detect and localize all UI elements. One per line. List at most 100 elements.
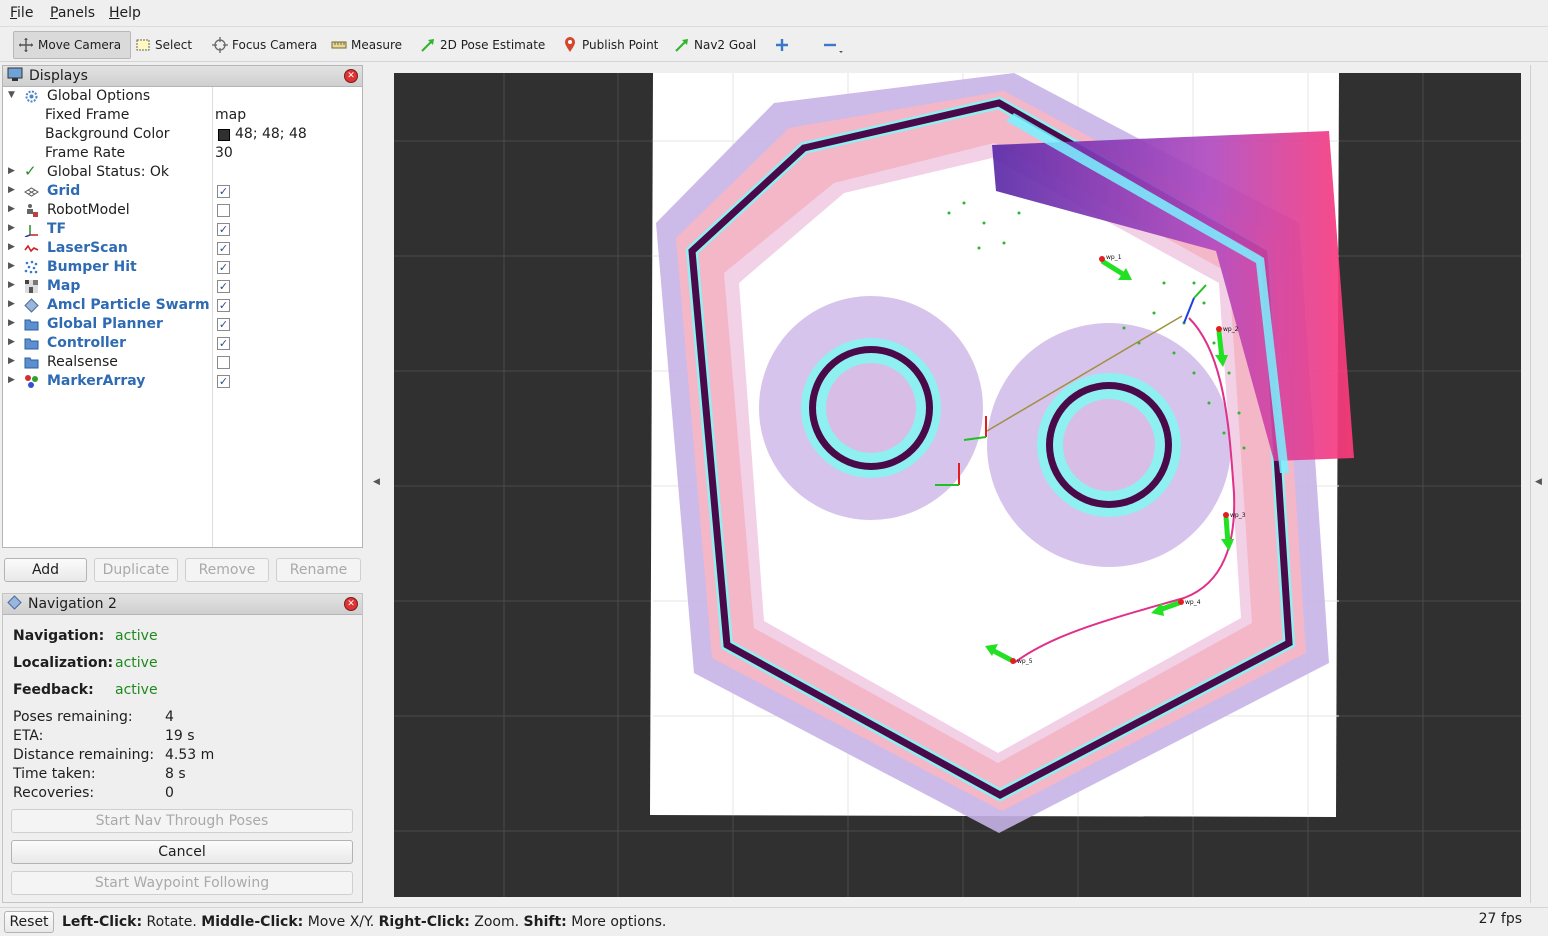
tree-row-robotmodel[interactable]: ▶ RobotModel xyxy=(2,201,363,220)
frame-rate-label: Frame Rate xyxy=(45,145,126,161)
tree-row-global-options[interactable]: ▼ Global Options xyxy=(2,87,363,106)
select-label: Select xyxy=(155,38,193,52)
tree-row-map[interactable]: ▶ Map ✓ xyxy=(2,277,363,296)
collapse-left-icon[interactable]: ◀ xyxy=(373,477,380,487)
display-label-robotmodel: RobotModel xyxy=(47,202,130,218)
collapsed-arrow-icon[interactable]: ▶ xyxy=(8,204,15,214)
tree-row-laserscan[interactable]: ▶ LaserScan ✓ xyxy=(2,239,363,258)
close-icon[interactable]: ✕ xyxy=(344,597,358,611)
displays-title: Displays xyxy=(29,68,88,84)
start-waypoint-following-button[interactable]: Start Waypoint Following xyxy=(11,871,353,895)
render-viewport[interactable]: wp_1 wp_2 wp_3 wp_4 wp_5 xyxy=(394,73,1521,897)
add-tool-button[interactable] xyxy=(770,31,794,59)
collapse-right-icon[interactable]: ◀ xyxy=(1535,477,1542,487)
collapsed-arrow-icon[interactable]: ▶ xyxy=(8,356,15,366)
display-label-map: Map xyxy=(47,278,81,294)
markerarray-checkbox[interactable]: ✓ xyxy=(217,375,230,388)
collapsed-arrow-icon[interactable]: ▶ xyxy=(8,337,15,347)
publish-point-tool[interactable]: Publish Point xyxy=(558,31,662,59)
plus-icon xyxy=(774,37,790,53)
fixed-frame-value[interactable]: map xyxy=(215,107,246,123)
display-label-bumper-hit: Bumper Hit xyxy=(47,259,137,275)
close-icon[interactable]: ✕ xyxy=(344,69,358,83)
map-icon xyxy=(24,279,39,294)
laserscan-checkbox[interactable]: ✓ xyxy=(217,242,230,255)
remove-tool-button[interactable] xyxy=(818,31,843,59)
collapsed-arrow-icon[interactable]: ▶ xyxy=(8,223,15,233)
controller-checkbox[interactable]: ✓ xyxy=(217,337,230,350)
tf-checkbox[interactable]: ✓ xyxy=(217,223,230,236)
collapsed-arrow-icon[interactable]: ▶ xyxy=(8,185,15,195)
expanded-arrow-icon[interactable]: ▼ xyxy=(8,90,15,100)
cancel-button[interactable]: Cancel xyxy=(11,840,353,864)
focus-camera-tool[interactable]: Focus Camera xyxy=(208,31,321,59)
navigation-label: Navigation: xyxy=(13,628,105,644)
navigation-title: Navigation 2 xyxy=(28,596,117,612)
pose-estimate-tool[interactable]: 2D Pose Estimate xyxy=(416,31,549,59)
robotmodel-checkbox[interactable] xyxy=(217,204,230,217)
collapsed-arrow-icon[interactable]: ▶ xyxy=(8,280,15,290)
menu-help[interactable]: Help xyxy=(109,5,141,21)
navigation-status: active xyxy=(115,628,158,644)
green-arrow-icon xyxy=(420,37,436,53)
gear-icon xyxy=(24,89,39,104)
collapsed-arrow-icon[interactable]: ▶ xyxy=(8,261,15,271)
nav2-goal-tool[interactable]: Nav2 Goal xyxy=(670,31,760,59)
move-camera-tool[interactable]: Move Camera xyxy=(13,31,131,59)
tree-row-global-status[interactable]: ▶ ✓ Global Status: Ok xyxy=(2,162,363,182)
grid-checkbox[interactable]: ✓ xyxy=(217,185,230,198)
distance-remaining-label: Distance remaining: xyxy=(13,747,155,763)
menu-panels[interactable]: Panels xyxy=(50,5,95,21)
rename-button[interactable]: Rename xyxy=(276,558,361,582)
menu-file[interactable]: File xyxy=(10,5,33,21)
collapsed-arrow-icon[interactable]: ▶ xyxy=(8,318,15,328)
reset-button[interactable]: Reset xyxy=(4,911,54,933)
tree-row-realsense[interactable]: ▶ Realsense xyxy=(2,353,363,372)
display-label-amcl-particle-swarm: Amcl Particle Swarm xyxy=(47,297,210,313)
obstacle-left xyxy=(759,296,983,520)
tree-row-fixed-frame[interactable]: Fixed Frame map xyxy=(2,106,363,125)
pose-estimate-label: 2D Pose Estimate xyxy=(440,38,546,52)
collapsed-arrow-icon[interactable]: ▶ xyxy=(8,242,15,252)
check-icon: ✓ xyxy=(24,162,37,180)
frame-rate-value[interactable]: 30 xyxy=(215,145,233,161)
global-planner-checkbox[interactable]: ✓ xyxy=(217,318,230,331)
nav2-goal-label: Nav2 Goal xyxy=(694,38,757,52)
duplicate-button[interactable]: Duplicate xyxy=(94,558,178,582)
time-taken-label: Time taken: xyxy=(13,766,96,782)
folder-icon xyxy=(24,317,39,332)
tree-row-global-planner[interactable]: ▶ Global Planner ✓ xyxy=(2,315,363,334)
right-splitter[interactable]: ◀ xyxy=(1530,65,1546,903)
laser-icon xyxy=(24,241,39,256)
measure-tool[interactable]: Measure xyxy=(327,31,406,59)
bumper-hit-checkbox[interactable]: ✓ xyxy=(217,261,230,274)
add-button[interactable]: Add xyxy=(4,558,87,582)
tree-row-background-color[interactable]: Background Color 48; 48; 48 xyxy=(2,125,363,144)
background-color-label: Background Color xyxy=(45,126,170,142)
localization-label: Localization: xyxy=(13,655,114,671)
collapsed-arrow-icon[interactable]: ▶ xyxy=(8,375,15,385)
amcl-particle-swarm-checkbox[interactable]: ✓ xyxy=(217,299,230,312)
select-tool[interactable]: Select xyxy=(131,31,196,59)
remove-button[interactable]: Remove xyxy=(185,558,269,582)
start-nav-through-poses-button[interactable]: Start Nav Through Poses xyxy=(11,809,353,833)
left-splitter[interactable]: ◀ xyxy=(368,65,386,903)
tree-row-controller[interactable]: ▶ Controller ✓ xyxy=(2,334,363,353)
minus-icon xyxy=(822,37,843,53)
collapsed-arrow-icon[interactable]: ▶ xyxy=(8,166,15,176)
tree-row-bumper-hit[interactable]: ▶ Bumper Hit ✓ xyxy=(2,258,363,277)
tree-row-grid[interactable]: ▶ Grid ✓ xyxy=(2,182,363,201)
eta-value: 19 s xyxy=(165,728,195,744)
tree-row-markerarray[interactable]: ▶ MarkerArray ✓ xyxy=(2,372,363,391)
display-label-global-planner: Global Planner xyxy=(47,316,163,332)
display-label-realsense: Realsense xyxy=(47,354,118,370)
tree-row-amcl-particle-swarm[interactable]: ▶ Amcl Particle Swarm ✓ xyxy=(2,296,363,315)
tree-row-tf[interactable]: ▶ TF ✓ xyxy=(2,220,363,239)
realsense-checkbox[interactable] xyxy=(217,356,230,369)
collapsed-arrow-icon[interactable]: ▶ xyxy=(8,299,15,309)
map-checkbox[interactable]: ✓ xyxy=(217,280,230,293)
folder-icon xyxy=(24,355,39,370)
background-color-value[interactable]: 48; 48; 48 xyxy=(235,126,307,142)
color-swatch[interactable] xyxy=(218,129,230,141)
tree-row-frame-rate[interactable]: Frame Rate 30 xyxy=(2,144,363,163)
